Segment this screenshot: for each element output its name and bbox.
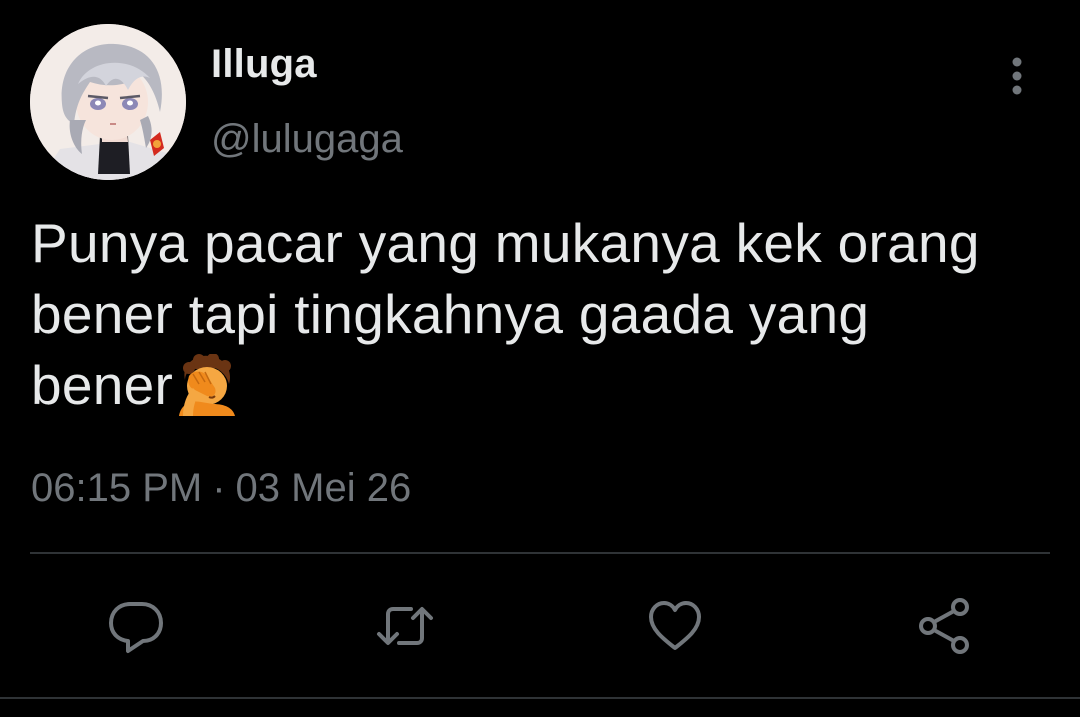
tweet-text-segment: bener xyxy=(31,354,174,416)
avatar[interactable] xyxy=(30,24,186,180)
more-vertical-icon xyxy=(1012,57,1022,95)
share-button[interactable] xyxy=(915,596,975,656)
like-button[interactable] xyxy=(645,596,705,656)
tweet-detail: Illuga @lulugaga Punya pacar yang mukany… xyxy=(0,0,1080,717)
retweet-icon xyxy=(377,607,433,645)
author-display-name[interactable]: Illuga xyxy=(211,42,317,87)
tweet-timestamp[interactable]: 06:15 PM · 03 Mei 26 xyxy=(31,466,411,511)
meta-separator: · xyxy=(212,466,226,510)
author-handle[interactable]: @lulugaga xyxy=(211,117,403,162)
reply-button[interactable] xyxy=(106,596,166,656)
tweet-text-line: Punya pacar yang mukanya kek orang xyxy=(31,212,980,274)
facepalm-emoji-icon xyxy=(175,353,237,416)
divider xyxy=(30,552,1050,554)
retweet-button[interactable] xyxy=(375,596,435,656)
more-options-button[interactable] xyxy=(996,52,1038,100)
tweet-text: Punya pacar yang mukanya kek orang bener… xyxy=(31,208,1076,421)
share-icon xyxy=(919,598,969,654)
avatar-image xyxy=(30,24,186,180)
tweet-time: 06:15 PM xyxy=(31,466,203,510)
divider xyxy=(0,697,1080,699)
reply-icon xyxy=(109,602,163,653)
heart-icon xyxy=(649,601,701,650)
tweet-text-line: bener xyxy=(31,350,1076,421)
tweet-text-line: bener tapi tingkahnya gaada yang xyxy=(31,283,870,345)
tweet-date: 03 Mei 26 xyxy=(235,466,412,510)
